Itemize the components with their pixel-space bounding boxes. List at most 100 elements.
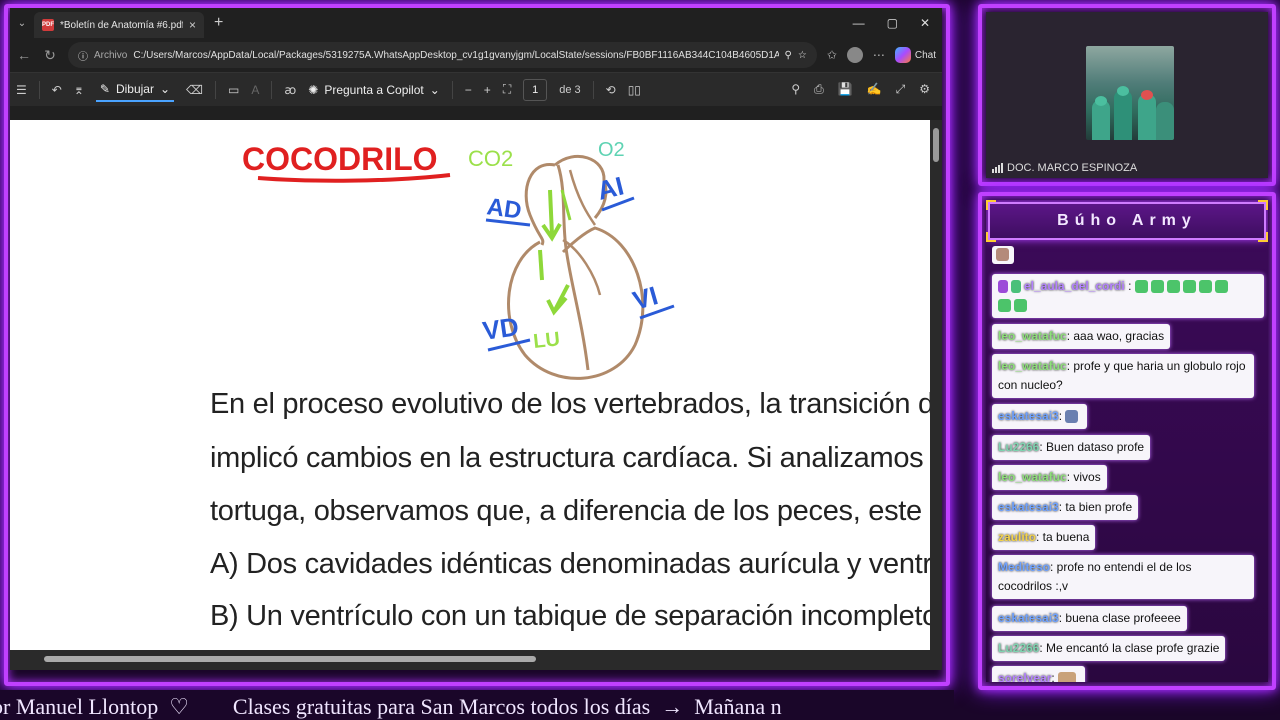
chat-username[interactable]: eskatesai3 <box>998 500 1059 514</box>
chat-message: Mediteso: profe no entendi el de los coc… <box>992 555 1254 599</box>
chat-text: : buena clase profeeee <box>1058 611 1181 625</box>
chat-panel: Búho Army el_aula_del_cordi : leo_watafu… <box>986 200 1268 682</box>
pdf-page: COCODRILO CO2 O2 AD AI VD VI LU En el pr… <box>10 120 930 650</box>
tab-list-chevron-icon[interactable]: ⌄ <box>10 18 34 29</box>
question-line-3: tortuga, observamos que, a diferencia de… <box>210 495 930 527</box>
toolbar-divider <box>271 80 273 99</box>
save-icon[interactable]: 💾 <box>838 82 853 97</box>
highlight-icon[interactable]: ⌆ <box>74 83 84 97</box>
zoom-icon[interactable]: ⚲ <box>785 50 792 61</box>
text-box-icon[interactable]: ▭ <box>228 83 239 97</box>
search-icon[interactable]: ⚲ <box>791 82 800 97</box>
more-menu-icon[interactable]: ⋯ <box>873 48 885 62</box>
ticker-bar: or Manuel Llontop ♡ Clases gratuitas par… <box>0 690 954 720</box>
fullscreen-icon[interactable]: ⤢ <box>896 82 906 97</box>
refresh-icon[interactable]: ↻ <box>42 47 58 64</box>
toolbar-divider <box>38 80 40 99</box>
annotation-co2: CO2 <box>468 146 513 171</box>
camera-panel: DOC. MARCO ESPINOZA <box>986 12 1268 178</box>
chat-username[interactable]: leo_watafuc <box>998 329 1067 343</box>
annotation-vi: VI <box>629 280 661 316</box>
rotate-icon[interactable]: ⟲ <box>606 83 616 97</box>
back-icon[interactable]: ← <box>16 47 32 63</box>
favorites-icon[interactable]: ✩ <box>827 48 837 62</box>
chat-message: Lu2266: Buen dataso profe <box>992 435 1151 460</box>
page-view-icon[interactable]: ▯▯ <box>628 83 641 97</box>
chat-text: : ta buena <box>1036 530 1090 544</box>
ask-copilot-button[interactable]: ✺ Pregunta a Copilot ⌄ <box>308 83 440 97</box>
chat-message-partial <box>992 246 1014 264</box>
settings-icon[interactable]: ⚙ <box>919 82 930 97</box>
chat-message: Lu2266: Me encantó la clase profe grazie <box>992 636 1226 661</box>
chat-title: Búho Army <box>988 202 1266 240</box>
chat-username[interactable]: Lu2266 <box>998 440 1039 454</box>
favorite-star-icon[interactable]: ☆ <box>798 50 807 61</box>
tab-title: *Boletín de Anatomía #6.pdf <box>60 19 183 31</box>
annotation-title: COCODRILO <box>242 141 438 177</box>
presenter-name: DOC. MARCO ESPINOZA <box>1007 162 1138 174</box>
annotation-ai: AI <box>594 170 626 205</box>
annotation-lu: LU <box>532 328 561 353</box>
pdf-file-icon: PDF <box>42 19 54 31</box>
fit-page-icon[interactable]: ⛶ <box>503 82 511 97</box>
contents-icon[interactable]: ☰ <box>16 83 27 97</box>
scroll-thumb[interactable] <box>933 128 939 162</box>
zoom-in-icon[interactable]: + <box>484 83 491 97</box>
chat-username[interactable]: leo_watafuc <box>998 470 1067 484</box>
browser-window: ⌄ PDF *Boletín de Anatomía #6.pdf × + — … <box>10 8 942 670</box>
draw-button[interactable]: ✎ Dibujar ⌄ <box>95 78 175 102</box>
minimize-icon[interactable]: — <box>853 16 865 30</box>
chat-username[interactable]: zaulito <box>998 530 1036 544</box>
page-number-input[interactable]: 1 <box>523 78 548 101</box>
chat-message: leo_watafuc: profe y que haria un globul… <box>992 354 1254 398</box>
new-tab-icon[interactable]: + <box>214 14 223 32</box>
close-tab-icon[interactable]: × <box>189 18 196 32</box>
url-scheme-label: Archivo <box>94 49 128 61</box>
badge-icon <box>998 280 1008 294</box>
url-text: C:/Users/Marcos/AppData/Local/Packages/5… <box>133 49 779 61</box>
maximize-icon[interactable]: ▢ <box>887 16 898 30</box>
chat-message: eskatesai3: <box>992 404 1088 429</box>
toolbar-divider <box>215 80 216 99</box>
toolbar-divider <box>451 80 453 99</box>
horizontal-scrollbar[interactable] <box>10 650 942 670</box>
chat-text: : vivos <box>1066 470 1101 484</box>
zoom-out-icon[interactable]: − <box>465 83 472 97</box>
chat-username[interactable]: Mediteso <box>998 560 1050 574</box>
chat-text: : <box>1058 409 1063 423</box>
save-as-icon[interactable]: ✍ <box>867 82 882 97</box>
scroll-thumb[interactable] <box>44 656 536 662</box>
chat-username[interactable]: leo_watafuc <box>998 359 1067 373</box>
tab-pdf[interactable]: PDF *Boletín de Anatomía #6.pdf × <box>34 12 204 38</box>
emote-icon <box>1065 410 1079 424</box>
emote-icon <box>996 248 1009 262</box>
tab-bar: ⌄ PDF *Boletín de Anatomía #6.pdf × + — … <box>10 8 942 38</box>
chat-message: sorelyear: <box>992 666 1086 682</box>
address-bar-row: ← ↻ ⓘ Archivo C:/Users/Marcos/AppData/Lo… <box>10 38 942 72</box>
eraser-icon[interactable]: ⌫ <box>186 83 203 97</box>
chat-username[interactable]: el_aula_del_cordi <box>1024 279 1125 293</box>
webcam-feed <box>1086 46 1174 140</box>
chat-message: leo_watafuc: vivos <box>992 465 1107 490</box>
chevron-down-icon: ⌄ <box>159 81 171 96</box>
chat-username[interactable]: Lu2266 <box>998 641 1039 655</box>
chat-message: eskatesai3: ta bien profe <box>992 495 1139 520</box>
print-icon[interactable]: ⎙ <box>814 82 824 97</box>
copilot-button[interactable]: Chat <box>894 47 936 63</box>
text-format-icon[interactable]: A <box>251 83 259 97</box>
vertical-scrollbar[interactable] <box>930 120 942 650</box>
chat-username[interactable]: eskatesai3 <box>998 409 1059 423</box>
profile-avatar[interactable] <box>846 47 863 63</box>
signal-bars-icon <box>992 163 1003 173</box>
ask-copilot-label: Pregunta a Copilot <box>324 82 424 97</box>
page-total: de 3 <box>559 83 581 96</box>
address-bar[interactable]: ⓘ Archivo C:/Users/Marcos/AppData/Local/… <box>68 42 817 68</box>
option-b: B) Un ventrículo con un tabique de separ… <box>210 600 930 632</box>
chat-text: : ta bien profe <box>1058 500 1133 514</box>
undo-icon[interactable]: ↶ <box>52 83 62 97</box>
chat-message: zaulito: ta buena <box>992 525 1096 550</box>
chat-username[interactable]: sorelyear <box>998 671 1051 682</box>
read-aloud-icon[interactable]: ꜵ <box>284 83 296 97</box>
close-window-icon[interactable]: ✕ <box>920 16 930 30</box>
chat-username[interactable]: eskatesai3 <box>998 611 1059 625</box>
